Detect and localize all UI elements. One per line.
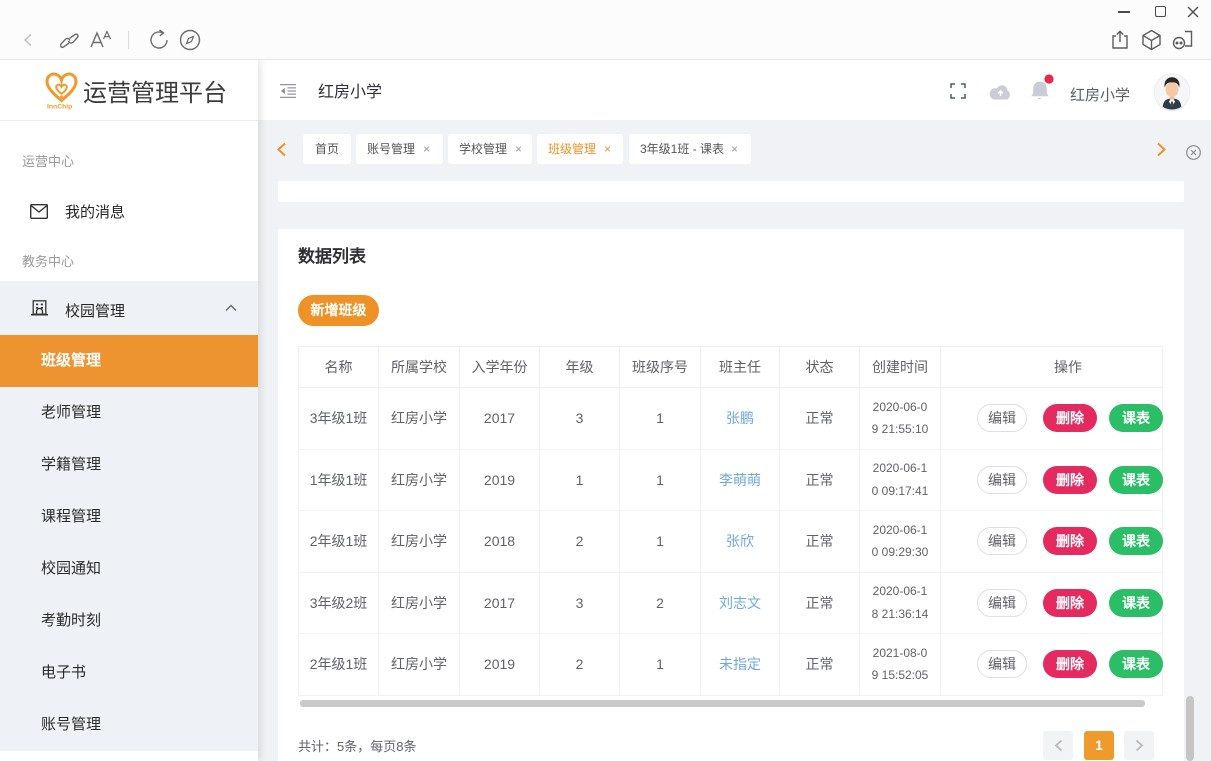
svg-text:InnChip: InnChip	[47, 104, 72, 111]
